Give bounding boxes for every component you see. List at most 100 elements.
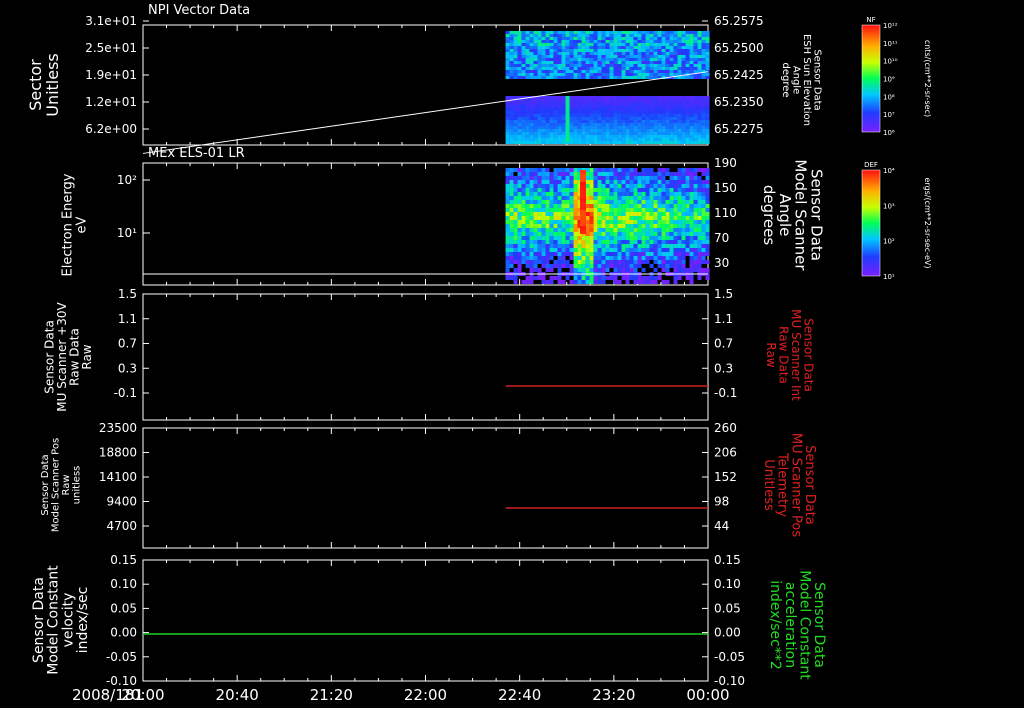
- els-cell: [661, 224, 666, 228]
- npi-cell: [705, 96, 710, 99]
- npi-cell: [685, 138, 690, 141]
- npi-cell: [589, 138, 594, 141]
- npi-cell: [593, 55, 598, 58]
- npi-cell: [657, 117, 662, 120]
- els-cell: [593, 180, 598, 184]
- npi-cell: [625, 55, 630, 58]
- els-cell: [685, 192, 690, 196]
- els-cell: [681, 240, 686, 244]
- colorbar-DEF: [861, 169, 881, 277]
- npi-cell: [661, 126, 666, 129]
- els-cell: [565, 264, 570, 268]
- npi-cell: [557, 70, 562, 73]
- els-cell: [605, 192, 610, 196]
- npi-cell: [617, 126, 622, 129]
- els-cell: [649, 220, 654, 224]
- els-cell: [569, 192, 574, 196]
- els-cell: [517, 228, 522, 232]
- npi-cell: [521, 114, 526, 117]
- npi-cell: [525, 31, 530, 34]
- npi-cell: [633, 76, 638, 79]
- npi-cell: [553, 61, 558, 64]
- els-cell: [581, 264, 586, 268]
- npi-cell: [537, 105, 542, 108]
- npi-cell: [621, 76, 626, 79]
- npi-cell: [681, 52, 686, 55]
- y-label-right-3: Sensor DataMU Scanner IntRaw DataRaw: [764, 309, 816, 401]
- npi-cell: [529, 108, 534, 111]
- npi-cell: [621, 61, 626, 64]
- els-cell: [521, 180, 526, 184]
- npi-cell: [633, 129, 638, 132]
- npi-cell: [537, 120, 542, 123]
- els-cell: [601, 200, 606, 204]
- right-tick-label: 70: [714, 231, 729, 245]
- npi-cell: [649, 70, 654, 73]
- els-cell: [585, 188, 590, 192]
- npi-cell: [557, 40, 562, 43]
- npi-cell: [577, 67, 582, 70]
- els-cell: [665, 188, 670, 192]
- npi-cell: [589, 111, 594, 114]
- npi-cell: [633, 58, 638, 61]
- npi-cell: [513, 46, 518, 49]
- els-cell: [561, 172, 566, 176]
- els-cell: [525, 244, 530, 248]
- npi-cell: [589, 96, 594, 99]
- els-cell: [701, 232, 706, 236]
- els-cell: [645, 220, 650, 224]
- els-cell: [645, 228, 650, 232]
- npi-cell: [693, 105, 698, 108]
- els-cell: [697, 208, 702, 212]
- els-cell: [533, 168, 538, 172]
- els-cell: [517, 216, 522, 220]
- npi-cell: [701, 117, 706, 120]
- npi-cell: [513, 129, 518, 132]
- els-cell: [653, 216, 658, 220]
- npi-cell: [597, 111, 602, 114]
- npi-cell: [693, 138, 698, 141]
- npi-cell: [621, 49, 626, 52]
- els-cell: [537, 220, 542, 224]
- els-cell: [665, 220, 670, 224]
- els-cell: [513, 204, 518, 208]
- npi-cell: [553, 123, 558, 126]
- els-cell: [685, 208, 690, 212]
- npi-cell: [597, 76, 602, 79]
- els-cell: [557, 188, 562, 192]
- els-cell: [517, 200, 522, 204]
- npi-cell: [601, 55, 606, 58]
- npi-cell: [669, 132, 674, 135]
- npi-cell: [545, 117, 550, 120]
- els-cell: [653, 212, 658, 216]
- els-cell: [517, 236, 522, 240]
- left-tick-label: 4700: [106, 519, 137, 533]
- els-cell: [585, 252, 590, 256]
- npi-cell: [513, 37, 518, 40]
- npi-cell: [637, 117, 642, 120]
- els-cell: [693, 252, 698, 256]
- npi-cell: [581, 96, 586, 99]
- npi-cell: [533, 102, 538, 105]
- els-cell: [561, 280, 566, 284]
- els-cell: [625, 172, 630, 176]
- npi-cell: [589, 108, 594, 111]
- npi-cell: [625, 126, 630, 129]
- npi-cell: [637, 73, 642, 76]
- els-cell: [649, 280, 654, 284]
- npi-cell: [673, 64, 678, 67]
- els-cell: [653, 200, 658, 204]
- npi-cell: [685, 105, 690, 108]
- els-cell: [693, 172, 698, 176]
- npi-cell: [537, 135, 542, 138]
- els-cell: [541, 280, 546, 284]
- els-cell: [617, 268, 622, 272]
- els-cell: [545, 176, 550, 180]
- els-cell: [557, 240, 562, 244]
- npi-cell: [705, 126, 710, 129]
- npi-cell: [697, 120, 702, 123]
- npi-cell: [657, 141, 662, 144]
- npi-cell: [513, 108, 518, 111]
- npi-cell: [613, 120, 618, 123]
- els-cell: [545, 168, 550, 172]
